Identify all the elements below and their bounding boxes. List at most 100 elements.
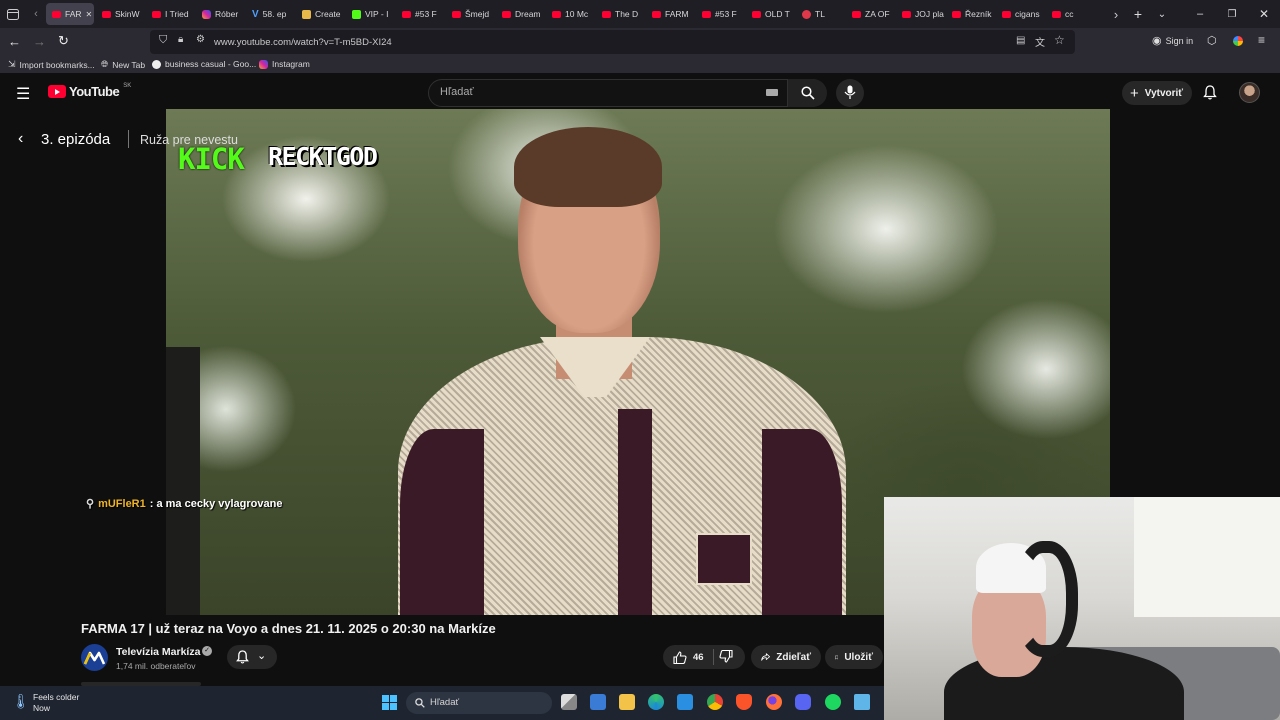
hamburger-menu-icon[interactable]: ☰ [16,84,30,104]
new-tab-button[interactable]: + [1126,6,1150,22]
webcam-overlay [884,497,1280,720]
browser-tab[interactable]: #53 F [696,3,744,25]
browser-tab[interactable]: Róber [196,3,244,25]
tab-scroll-right-icon[interactable]: › [1106,7,1126,22]
browser-tab[interactable]: The D [596,3,644,25]
tab-scroll-left-icon[interactable]: ‹ [26,8,46,20]
tab-overview-icon[interactable] [0,0,26,28]
keyboard-icon[interactable] [766,89,778,96]
bookmark-business-casual[interactable]: business casual - Goo... [152,59,256,69]
reload-icon[interactable]: ↻ [58,33,69,49]
episode-title[interactable]: 3. epizóda [41,131,110,148]
photos-icon[interactable] [677,694,693,710]
kick-channel-name: RECKTGOD [268,142,378,171]
kick-logo: KICK [178,142,245,176]
avatar[interactable] [1239,82,1260,103]
save-button[interactable]: Uložiť [825,645,883,669]
browser-tab-label: #53 F [715,9,737,19]
youtube-play-icon [48,85,66,98]
browser-tab-label: cigans [1015,9,1040,19]
browser-tab[interactable]: Řezník [946,3,994,25]
voice-search-button[interactable] [836,79,864,107]
address-bar[interactable]: ⛉ 🔒︎ ⚙︎ www.youtube.com/watch?v=T-m5BD-X… [150,30,1075,54]
browser-tab[interactable]: VIP - I [346,3,394,25]
bookmark-instagram[interactable]: Instagram [259,59,310,69]
chrome-icon[interactable] [707,694,723,710]
reader-view-icon[interactable]: ▤ [1016,35,1025,46]
browser-tab[interactable]: cigans [996,3,1044,25]
bookmark-import[interactable]: ⇲ Import bookmarks... [8,59,95,70]
browser-tab[interactable]: V 58. ep [246,3,294,25]
start-button[interactable] [382,695,397,710]
channel-avatar[interactable] [81,644,108,671]
url-text[interactable]: www.youtube.com/watch?v=T-m5BD-XI24 [214,37,392,48]
file-explorer-icon[interactable] [619,694,635,710]
browser-tab[interactable]: FAR ✕ [46,3,94,25]
bookmark-new-tab[interactable]: 🌐︎ New Tab [101,59,145,70]
maximize-button[interactable]: ❐ [1216,9,1248,20]
browser-tab[interactable]: OLD T [746,3,794,25]
browser-tab[interactable]: 10 Mc [546,3,594,25]
forward-icon[interactable]: → [33,34,46,49]
browser-tab[interactable]: cc [1046,3,1094,25]
circle-icon [802,9,811,19]
save-label: Uložiť [844,651,873,663]
create-icon [302,9,311,19]
browser-tab[interactable]: I Tried [146,3,194,25]
youtube-icon [752,10,761,18]
close-window-button[interactable]: ✕ [1248,7,1280,21]
extensions-icon[interactable]: ⬡ [1207,34,1217,47]
kick-icon [352,9,361,19]
edge-icon[interactable] [648,694,664,710]
browser-tab[interactable]: Šmejd [446,3,494,25]
dislike-button[interactable] [719,649,733,668]
bookmark-star-icon[interactable]: ☆ [1054,33,1065,47]
lock-icon[interactable]: 🔒︎ [178,34,183,45]
browser-tab-label: FAR [65,9,82,19]
profile-color-icon[interactable] [1233,36,1243,46]
youtube-wordmark: YouTube [69,84,120,99]
browser-tab[interactable]: #53 F [396,3,444,25]
browser-tab[interactable]: Create [296,3,344,25]
share-button[interactable]: Zdieľať [751,645,821,669]
browser-tab[interactable]: ZA OF [846,3,894,25]
sign-in-button[interactable]: ◉ Sign in [1152,34,1193,47]
search-button[interactable] [787,79,827,107]
browser-tab[interactable]: SkinW [96,3,144,25]
permissions-icon[interactable]: ⚙︎ [196,34,205,45]
minimize-button[interactable]: – [1184,8,1216,20]
weather-icon[interactable]: 🌡︎ [12,693,30,710]
notepad-icon[interactable] [854,694,870,710]
spotify-icon[interactable] [825,694,841,710]
youtube-icon [552,10,561,18]
brave-icon[interactable] [736,694,752,710]
browser-tab[interactable]: Dream [496,3,544,25]
weather-widget[interactable]: Feels colder Now [33,692,79,714]
channel-name[interactable]: Televízia Markíza [116,646,200,658]
browser-tab-label: FARM [665,9,689,19]
tab-list-icon[interactable]: ⌄ [1150,9,1174,20]
like-button[interactable]: 46 [673,650,704,664]
browser-tab-label: 10 Mc [565,9,589,19]
firefox-icon[interactable] [766,694,782,710]
create-button[interactable]: + Vytvoriť [1122,81,1192,105]
browser-tab[interactable]: FARM [646,3,694,25]
subscription-bell-button[interactable]: ⌄ [227,645,277,669]
close-tab-icon[interactable]: ✕ [86,10,93,19]
back-icon[interactable]: ← [8,34,21,49]
episode-divider [128,130,129,148]
task-view-icon[interactable] [561,694,577,710]
back-arrow-icon[interactable]: ‹ [18,130,23,148]
browser-tab-label: Dream [515,9,541,19]
discord-icon[interactable] [795,694,811,710]
youtube-logo[interactable]: YouTube SK [48,83,131,99]
search-input[interactable]: Hľadať [440,86,474,98]
taskbar-search[interactable]: Hľadať [406,692,552,714]
translate-icon[interactable]: 文 [1035,34,1045,49]
shield-icon[interactable]: ⛉ [159,34,167,47]
menu-icon[interactable]: ≡ [1258,33,1265,47]
widgets-icon[interactable] [590,694,606,710]
browser-tab[interactable]: TL [796,3,844,25]
browser-tab[interactable]: JOJ play [896,3,944,25]
notifications-icon[interactable] [1203,85,1217,105]
